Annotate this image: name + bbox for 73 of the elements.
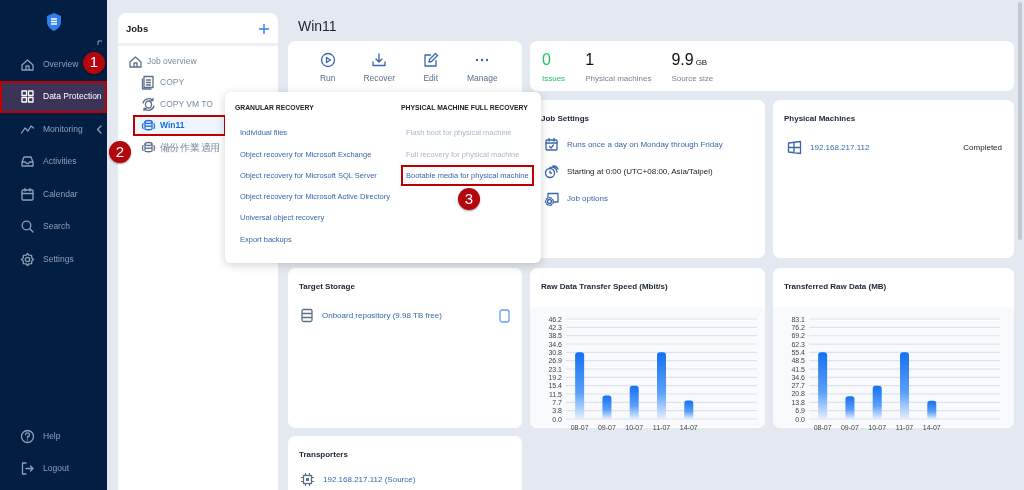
sidebar-item[interactable]: Calendar	[0, 178, 83, 211]
logout-icon	[20, 461, 35, 477]
shield-logo-icon	[44, 12, 63, 32]
sidebar-item[interactable]: Data Protection	[0, 80, 107, 113]
machine-status: Completed	[963, 141, 1002, 154]
storage-icon	[300, 308, 314, 323]
card-title: Raw Data Transfer Speed (Mbit/s)	[540, 281, 669, 293]
sidebar-item[interactable]: Overview	[0, 48, 84, 81]
chart-bar	[818, 352, 828, 419]
chart-bar	[657, 352, 666, 419]
play-icon	[319, 52, 336, 68]
card-title: Job Settings	[540, 113, 590, 125]
download-icon	[371, 52, 388, 68]
settings-text: Starting at 0:00 (UTC+08:00, Asia/Taipei)	[567, 165, 713, 178]
scrollbar[interactable]	[1018, 2, 1022, 240]
repository-link[interactable]: Onboard repository (9.98 TB free)	[322, 309, 442, 322]
chart-bar	[872, 385, 882, 419]
chart-bar	[845, 396, 855, 419]
tree-item[interactable]: 備份 作業 適用	[133, 136, 226, 158]
home-icon	[128, 53, 143, 69]
database-icon	[141, 139, 156, 155]
card-title: Transferred Raw Data (MB)	[783, 281, 888, 293]
settings-icon	[20, 251, 35, 267]
search-icon	[20, 219, 35, 235]
stat-value: 0	[542, 52, 552, 68]
stat-label: Issues	[542, 73, 566, 85]
tree-item[interactable]: COPY	[133, 71, 226, 94]
chart-bar	[684, 400, 694, 419]
sidebar-item[interactable]: Monitoring	[0, 113, 108, 146]
panel-title: Jobs	[126, 22, 149, 36]
card-title: Physical Machines	[783, 113, 857, 125]
stat-label: Physical machines	[585, 73, 652, 85]
clock-icon	[544, 164, 559, 179]
chart-bar	[602, 395, 612, 419]
page-title: Win11	[297, 17, 338, 36]
sync-icon	[141, 96, 156, 112]
chart-bar	[900, 352, 909, 419]
corner-icon[interactable]	[97, 40, 103, 46]
stat-value: 1	[585, 52, 596, 68]
settings-link[interactable]: Runs once a day on Monday through Friday	[567, 138, 723, 151]
device-icon	[499, 308, 510, 323]
chip-icon	[300, 472, 315, 487]
inbox-icon	[20, 154, 35, 170]
tree-item[interactable]: COPY VM TO	[133, 93, 226, 115]
card-title: Target Storage	[298, 281, 356, 293]
document-stack-icon	[141, 75, 156, 90]
add-icon[interactable]	[258, 23, 270, 36]
gear-window-icon	[544, 191, 559, 206]
tree-item[interactable]: Job overview	[120, 50, 213, 72]
chart-bar	[629, 385, 639, 419]
calendar-icon	[20, 186, 35, 202]
help-icon	[20, 428, 35, 444]
tree-item[interactable]: Win11	[133, 114, 226, 137]
calendar-check-icon	[544, 137, 559, 152]
database-icon	[141, 118, 156, 133]
sidebar-item[interactable]: Settings	[0, 243, 79, 276]
stat-value: 9.9 GB	[671, 52, 709, 68]
callout-number: 2	[109, 140, 131, 163]
grid-icon	[20, 89, 35, 105]
machine-link[interactable]: 192.168.217.112	[810, 141, 870, 154]
sidebar-item[interactable]: Activities	[0, 145, 82, 178]
chart-bar	[575, 352, 585, 419]
chart-bar	[927, 400, 937, 419]
window-grid-icon	[787, 140, 802, 155]
transporter-link[interactable]: 192.168.217.112 (Source)	[323, 473, 416, 486]
stat-label: Source size	[671, 73, 714, 85]
sidebar-item[interactable]: Help	[0, 420, 66, 453]
sidebar-item[interactable]: Search	[0, 210, 75, 243]
edit-icon	[422, 52, 439, 68]
settings-link[interactable]: Job options	[567, 192, 608, 205]
sidebar-item[interactable]: Logout	[0, 452, 74, 485]
home-icon	[20, 56, 35, 72]
card-title: Transporters	[298, 449, 349, 461]
